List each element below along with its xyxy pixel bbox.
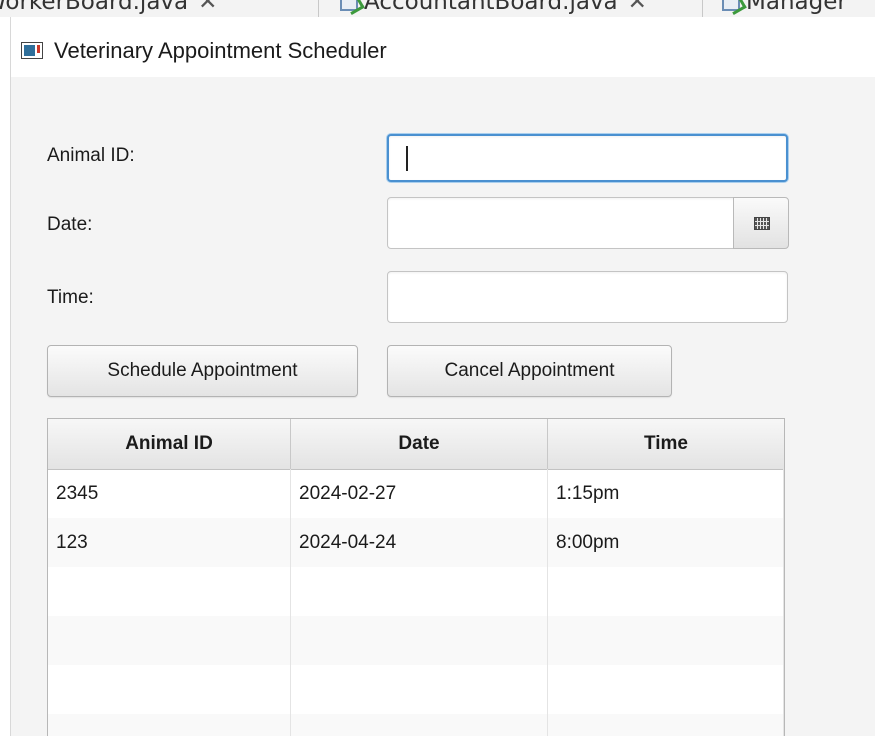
table-cell-time: 1:15pm (548, 469, 784, 518)
animal-id-label: Animal ID: (47, 145, 135, 166)
window-title: Veterinary Appointment Scheduler (54, 38, 387, 63)
column-header-time[interactable]: Time (548, 419, 784, 469)
table-cell-animal-id: 123 (48, 518, 291, 567)
tab-divider (318, 0, 319, 17)
editor-tab-manager[interactable]: Manager (722, 0, 847, 17)
icon-block (24, 45, 35, 56)
table-cell (291, 665, 548, 714)
date-picker-button[interactable] (733, 197, 789, 249)
table-row-empty[interactable] (48, 567, 784, 616)
table-cell (48, 567, 291, 616)
java-file-icon (722, 0, 740, 11)
table-row-empty[interactable] (48, 665, 784, 714)
table-cell-time: 8:00pm (548, 518, 784, 567)
table-cell (548, 665, 784, 714)
table-cell (548, 567, 784, 616)
app-window-icon (21, 42, 43, 59)
editor-tab-label: WorkerBoard.java (0, 0, 189, 15)
window-title-bar: Veterinary Appointment Scheduler (11, 17, 875, 77)
text-caret (406, 146, 408, 171)
table-row-empty[interactable] (48, 714, 784, 736)
editor-tab-accountantboard[interactable]: AccountantBoard.java ✕ (340, 0, 647, 17)
table-row[interactable]: 123 2024-04-24 8:00pm (48, 518, 784, 567)
table-cell-date: 2024-02-27 (291, 469, 548, 518)
time-input[interactable] (387, 271, 788, 323)
table-header: Animal ID Date Time (48, 419, 784, 470)
java-file-icon (340, 0, 358, 11)
table-row-empty[interactable] (48, 616, 784, 665)
editor-tab-label: Manager (746, 0, 847, 15)
icon-bar (37, 45, 40, 53)
table-cell (48, 616, 291, 665)
calendar-icon (754, 217, 770, 230)
time-label: Time: (47, 287, 94, 308)
editor-tab-workerboard[interactable]: WorkerBoard.java ✕ (0, 0, 217, 17)
screen: WorkerBoard.java ✕ AccountantBoard.java … (0, 0, 875, 736)
close-icon[interactable]: ✕ (628, 0, 647, 15)
schedule-appointment-button[interactable]: Schedule Appointment (47, 345, 358, 397)
column-header-animal-id[interactable]: Animal ID (48, 419, 291, 469)
cancel-appointment-button[interactable]: Cancel Appointment (387, 345, 672, 397)
date-label: Date: (47, 214, 93, 235)
date-input[interactable] (387, 197, 744, 249)
table-cell (548, 616, 784, 665)
appointments-table[interactable]: Animal ID Date Time 2345 2024-02-27 1:15… (47, 418, 785, 736)
table-cell (548, 714, 784, 736)
table-cell-date: 2024-04-24 (291, 518, 548, 567)
animal-id-input[interactable] (387, 134, 788, 182)
table-cell (48, 665, 291, 714)
tab-divider (702, 0, 703, 17)
table-cell-animal-id: 2345 (48, 469, 291, 518)
column-header-date[interactable]: Date (291, 419, 548, 469)
table-row[interactable]: 2345 2024-02-27 1:15pm (48, 469, 784, 518)
table-cell (291, 714, 548, 736)
editor-tab-strip: WorkerBoard.java ✕ AccountantBoard.java … (0, 0, 875, 17)
table-cell (291, 616, 548, 665)
table-cell (48, 714, 291, 736)
editor-tab-label: AccountantBoard.java (364, 0, 618, 15)
close-icon[interactable]: ✕ (198, 0, 217, 15)
scheduler-window: Veterinary Appointment Scheduler Animal … (10, 17, 875, 736)
table-cell (291, 567, 548, 616)
